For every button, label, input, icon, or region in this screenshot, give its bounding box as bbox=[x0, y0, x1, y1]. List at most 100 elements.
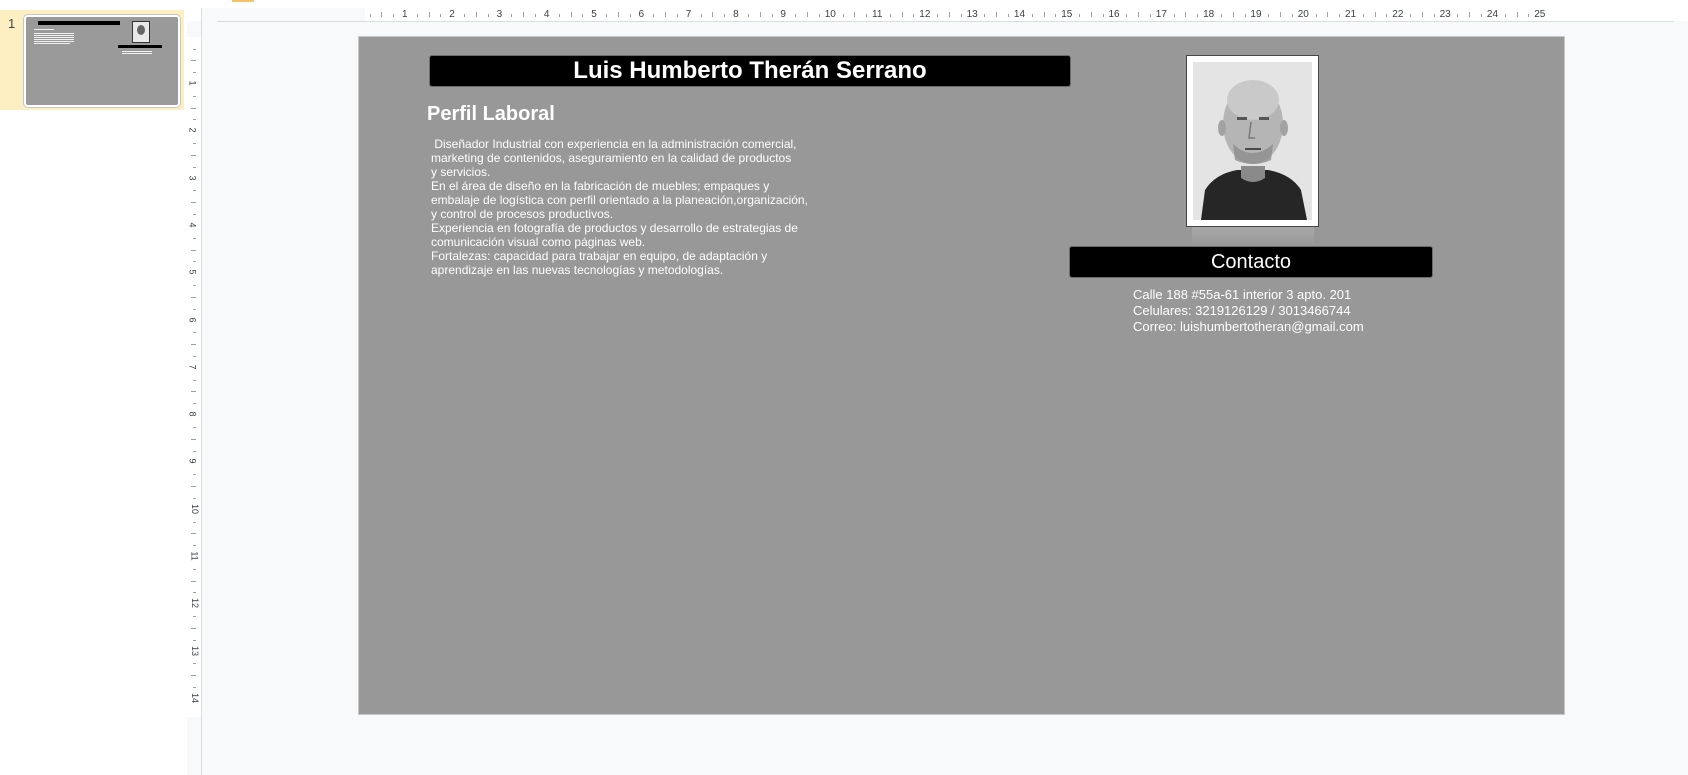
horizontal-ruler[interactable]: 1 2 3 4 5 6 7 8 9 10 11 12 13 14 15 16 17 18 19 20 21 22 23 24 2… bbox=[217, 8, 1688, 22]
contact-text-box[interactable]: Calle 188 #55a-61 interior 3 apto. 201 C… bbox=[1133, 287, 1364, 335]
ruler-v-tick bbox=[191, 675, 196, 677]
ruler-h-tick bbox=[475, 12, 477, 17]
ruler-h-number: 19 bbox=[1250, 9, 1262, 20]
ruler-h-tick bbox=[759, 12, 761, 17]
ruler-h-tick bbox=[1374, 12, 1376, 17]
perfil-heading[interactable]: Perfil Laboral bbox=[427, 103, 555, 126]
ruler-h-tick bbox=[1079, 14, 1081, 17]
ruler-v-tick bbox=[193, 119, 196, 121]
ruler-v-tick bbox=[191, 627, 196, 629]
ruler-h-tick bbox=[1055, 14, 1057, 17]
ruler-h-tick bbox=[1043, 12, 1045, 17]
profile-photo-frame[interactable] bbox=[1186, 55, 1319, 227]
ruler-h-number: 13 bbox=[966, 9, 978, 20]
ruler-h-tick bbox=[1031, 14, 1033, 17]
ruler-h-tick bbox=[617, 12, 619, 17]
ruler-h-tick bbox=[724, 14, 726, 17]
toolbar-accent bbox=[232, 0, 254, 2]
ruler-v-number: 11 bbox=[189, 551, 200, 561]
ruler-v-tick bbox=[193, 687, 196, 689]
ruler-h-tick bbox=[629, 14, 631, 17]
ruler-h-tick bbox=[1232, 12, 1234, 17]
ruler-h-tick bbox=[866, 14, 868, 17]
ruler-h-tick bbox=[1315, 14, 1317, 17]
ruler-h-number: 18 bbox=[1203, 9, 1215, 20]
thumb-text-line bbox=[122, 53, 152, 54]
ruler-v-tick bbox=[193, 237, 196, 239]
ruler-h-tick bbox=[1457, 14, 1459, 17]
ruler-h-tick bbox=[1410, 14, 1412, 17]
ruler-h-tick bbox=[1197, 14, 1199, 17]
perfil-line: y servicios. bbox=[431, 165, 491, 179]
ruler-v-tick bbox=[193, 474, 196, 476]
ruler-v-tick bbox=[193, 497, 196, 499]
ruler-v-tick bbox=[193, 285, 196, 287]
ruler-v-tick bbox=[193, 214, 196, 216]
ruler-h-tick bbox=[1220, 14, 1222, 17]
ruler-h-number: 7 bbox=[685, 9, 692, 20]
contact-heading-box[interactable]: Contacto bbox=[1069, 246, 1433, 278]
ruler-h-number: 11 bbox=[872, 9, 883, 20]
vertical-ruler[interactable]: 1 2 3 4 5 6 7 8 9 10 11 12 13 14 bbox=[187, 21, 202, 775]
ruler-h-number: 17 bbox=[1155, 9, 1167, 20]
ruler-h-number: 2 bbox=[449, 9, 455, 20]
ruler-h-tick bbox=[771, 14, 773, 17]
ruler-h-number: 22 bbox=[1392, 9, 1404, 20]
ruler-v-number: 12 bbox=[190, 598, 201, 609]
ruler-h-tick bbox=[984, 14, 986, 17]
ruler-h-number: 5 bbox=[591, 9, 597, 20]
perfil-text-box[interactable]: Diseñador Industrial con experiencia en … bbox=[431, 137, 811, 277]
ruler-h-tick bbox=[558, 14, 560, 17]
contact-heading: Contacto bbox=[1210, 251, 1292, 273]
ruler-v-tick bbox=[193, 261, 196, 263]
ruler-h-tick bbox=[1244, 14, 1246, 17]
ruler-h-number: 16 bbox=[1108, 9, 1120, 20]
slide-thumbnail[interactable] bbox=[24, 15, 180, 107]
thumb-text-line bbox=[34, 41, 74, 42]
ruler-v-tick bbox=[193, 403, 196, 405]
ruler-h-number: 9 bbox=[780, 9, 786, 20]
ruler-v-tick bbox=[191, 60, 196, 62]
ruler-v-tick bbox=[191, 438, 196, 440]
ruler-h-tick bbox=[1528, 14, 1530, 17]
ruler-h-tick bbox=[487, 14, 489, 17]
ruler-h-tick bbox=[1280, 12, 1282, 17]
ruler-v-tick bbox=[193, 308, 196, 310]
ruler-h-number: 24 bbox=[1486, 9, 1499, 20]
ruler-v-number: 13 bbox=[190, 645, 201, 656]
ruler-h-tick bbox=[582, 14, 584, 17]
perfil-line: Experiencia en fotografía de productos y… bbox=[431, 221, 798, 235]
ruler-h-tick bbox=[523, 12, 525, 17]
ruler-v-tick bbox=[191, 249, 196, 251]
ruler-v-tick bbox=[193, 72, 196, 74]
ruler-v-tick bbox=[191, 486, 196, 488]
ruler-h-tick bbox=[606, 14, 608, 17]
ruler-h-tick bbox=[1268, 14, 1270, 17]
ruler-h-number: 14 bbox=[1013, 9, 1026, 20]
ruler-v-number: 9 bbox=[187, 458, 198, 464]
slide-canvas[interactable]: Luis Humberto Therán Serrano Perfil Labo… bbox=[358, 36, 1565, 715]
ruler-v-tick bbox=[193, 639, 196, 641]
ruler-h-tick bbox=[535, 14, 537, 17]
ruler-h-tick bbox=[937, 14, 939, 17]
perfil-line: Diseñador Industrial con experiencia en … bbox=[431, 137, 797, 151]
ruler-v-number: 6 bbox=[187, 316, 198, 323]
thumb-text-line bbox=[34, 35, 74, 36]
ruler-v-tick bbox=[193, 332, 196, 334]
name-title-box[interactable]: Luis Humberto Therán Serrano bbox=[429, 55, 1071, 87]
ruler-h-tick bbox=[1291, 14, 1293, 17]
ruler-v-number: 5 bbox=[187, 269, 198, 275]
ruler-v-tick bbox=[193, 166, 196, 168]
ruler-h-tick bbox=[1386, 14, 1388, 17]
ruler-v-tick bbox=[193, 426, 196, 428]
slide-number: 1 bbox=[8, 16, 16, 31]
ruler-h-number: 23 bbox=[1439, 9, 1451, 20]
ruler-h-tick bbox=[842, 14, 844, 17]
ruler-h-tick bbox=[1138, 12, 1140, 17]
ruler-v-tick bbox=[191, 344, 196, 346]
ruler-h-tick bbox=[1173, 14, 1175, 17]
thumb-text-line bbox=[34, 39, 74, 40]
slide-thumbnail-item-1[interactable]: 1 bbox=[0, 10, 184, 110]
ruler-v-tick bbox=[193, 355, 196, 357]
right-scroll-track[interactable] bbox=[1674, 21, 1688, 775]
